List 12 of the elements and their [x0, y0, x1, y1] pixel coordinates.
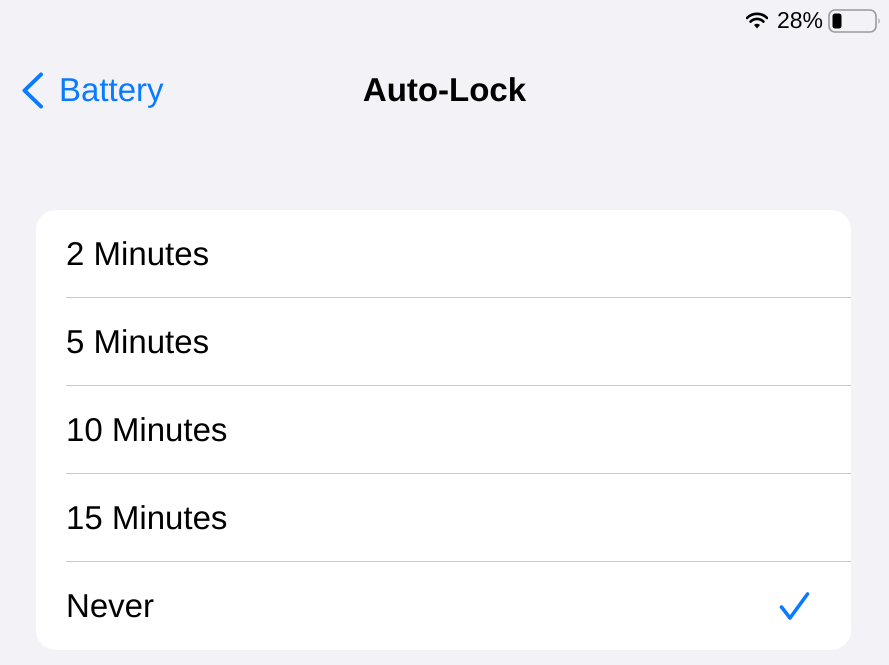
page-title: Auto-Lock: [362, 72, 526, 108]
wifi-icon: [746, 12, 768, 29]
back-button[interactable]: Battery: [21, 72, 164, 108]
auto-lock-option[interactable]: 2 Minutes: [66, 210, 851, 298]
auto-lock-option[interactable]: Never: [66, 562, 851, 650]
battery-icon: [828, 8, 881, 32]
checkmark-icon: [779, 591, 810, 621]
auto-lock-option[interactable]: 15 Minutes: [66, 474, 851, 562]
auto-lock-option[interactable]: 5 Minutes: [66, 298, 851, 386]
chevron-left-icon: [21, 72, 44, 108]
auto-lock-option[interactable]: 10 Minutes: [66, 386, 851, 474]
battery-percentage: 28%: [776, 9, 823, 32]
